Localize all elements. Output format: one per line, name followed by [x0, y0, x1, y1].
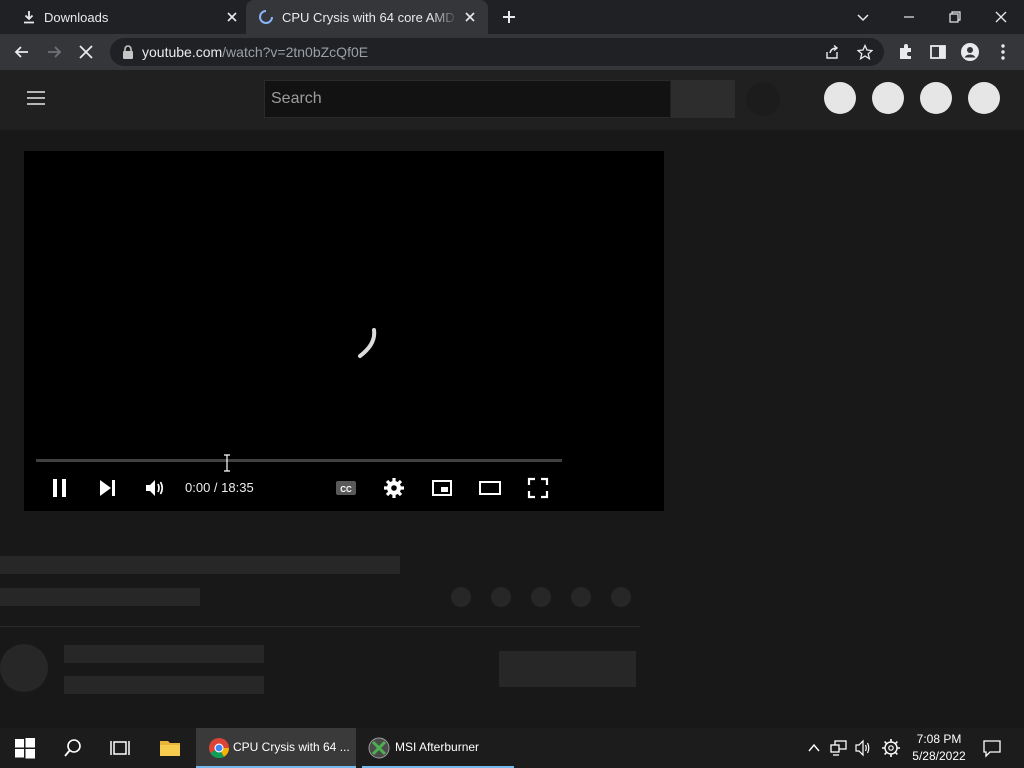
- youtube-header: Search: [0, 70, 1024, 130]
- tab-title: CPU Crysis with 64 core AMD 3990X: [282, 9, 458, 25]
- channel-subs-skeleton: [64, 676, 264, 694]
- download-icon: [24, 11, 34, 24]
- next-video-icon[interactable]: [97, 477, 119, 499]
- tab-search-chevron-icon[interactable]: [852, 6, 874, 28]
- url-text: youtube.com/watch?v=2tn0bZcQf0E: [142, 44, 368, 60]
- volume-icon[interactable]: [144, 477, 166, 499]
- search-icon[interactable]: [62, 737, 84, 759]
- task-view-icon[interactable]: [109, 737, 131, 759]
- taskbar-chrome-button[interactable]: CPU Crysis with 64 ...: [196, 728, 356, 768]
- more-menu-icon[interactable]: [993, 42, 1013, 62]
- header-placeholder-button[interactable]: [824, 82, 856, 114]
- close-window-icon[interactable]: [990, 6, 1012, 28]
- subscribe-button-skeleton: [499, 651, 636, 687]
- search-input[interactable]: Search: [264, 80, 670, 118]
- tab-downloads[interactable]: Downloads: [8, 0, 246, 34]
- svg-text:CC: CC: [340, 485, 352, 494]
- side-panel-icon[interactable]: [928, 42, 948, 62]
- action-skeleton: [611, 587, 631, 607]
- header-placeholder-button[interactable]: [872, 82, 904, 114]
- taskbar-chrome-label: CPU Crysis with 64 ...: [233, 740, 350, 754]
- minimize-icon[interactable]: [898, 6, 920, 28]
- msi-afterburner-icon: [368, 737, 390, 759]
- taskbar-msi-label: MSI Afterburner: [395, 740, 480, 754]
- file-explorer-icon[interactable]: [159, 737, 181, 759]
- divider: [0, 626, 640, 627]
- captions-cc-icon[interactable]: CC: [335, 477, 357, 499]
- youtube-page: Search 0:00 / 18:35 CC: [0, 70, 1024, 728]
- taskbar-msi-button[interactable]: MSI Afterburner: [362, 728, 514, 768]
- clock-time: 7:08 PM: [916, 732, 962, 746]
- loading-spinner-icon: [259, 10, 273, 24]
- url-path: /watch?v=2tn0bZcQf0E: [222, 44, 369, 60]
- url-host: youtube.com: [142, 44, 223, 60]
- video-player[interactable]: 0:00 / 18:35 CC: [24, 151, 664, 511]
- text-cursor-icon: [224, 454, 230, 472]
- header-placeholder-button[interactable]: [968, 82, 1000, 114]
- windows-taskbar: CPU Crysis with 64 ... MSI Afterburner 7…: [0, 728, 1024, 768]
- browser-toolbar: youtube.com/watch?v=2tn0bZcQf0E: [0, 34, 1024, 70]
- extensions-puzzle-icon[interactable]: [896, 42, 916, 62]
- close-icon[interactable]: [462, 9, 478, 25]
- chrome-icon: [209, 738, 230, 759]
- share-icon[interactable]: [824, 44, 840, 60]
- lock-icon: [123, 45, 133, 59]
- tab-title: Downloads: [44, 9, 109, 25]
- channel-avatar-skeleton: [0, 644, 48, 692]
- fullscreen-icon[interactable]: [527, 477, 549, 499]
- subtitle-skeleton: [0, 588, 200, 606]
- forward-arrow-icon[interactable]: [44, 42, 64, 62]
- header-placeholder-button[interactable]: [920, 82, 952, 114]
- buffering-spinner-icon: [358, 328, 377, 358]
- restore-icon[interactable]: [944, 6, 966, 28]
- action-skeleton: [451, 587, 471, 607]
- tab-active-video[interactable]: CPU Crysis with 64 core AMD 3990X: [246, 0, 488, 34]
- new-tab-icon[interactable]: [500, 8, 518, 26]
- pause-icon[interactable]: [49, 477, 71, 499]
- chevron-up-icon[interactable]: [806, 740, 822, 756]
- action-skeleton: [531, 587, 551, 607]
- browser-tab-strip: Downloads CPU Crysis with 64 core AMD 39…: [0, 0, 1024, 34]
- windows-start-icon[interactable]: [14, 737, 36, 759]
- video-time-display: 0:00 / 18:35: [185, 480, 254, 495]
- settings-gear-icon[interactable]: [383, 477, 405, 499]
- voice-search-button[interactable]: [746, 82, 780, 116]
- theater-mode-icon[interactable]: [479, 477, 501, 499]
- channel-name-skeleton: [64, 645, 264, 663]
- system-clock[interactable]: 7:08 PM 5/28/2022: [906, 731, 972, 765]
- search-button[interactable]: [671, 80, 735, 118]
- notifications-icon[interactable]: [982, 738, 1002, 758]
- profile-avatar-icon[interactable]: [960, 42, 980, 62]
- miniplayer-icon[interactable]: [431, 477, 453, 499]
- progress-bar[interactable]: [36, 459, 562, 462]
- network-icon[interactable]: [830, 739, 848, 757]
- bookmark-star-icon[interactable]: [857, 44, 873, 60]
- stop-loading-icon[interactable]: [76, 42, 96, 62]
- title-skeleton: [0, 556, 400, 574]
- clock-date: 5/28/2022: [912, 749, 966, 763]
- speaker-icon[interactable]: [854, 739, 872, 757]
- back-arrow-icon[interactable]: [12, 42, 32, 62]
- address-bar[interactable]: youtube.com/watch?v=2tn0bZcQf0E: [110, 38, 884, 66]
- settings-gear-icon[interactable]: [881, 738, 901, 758]
- action-skeleton: [491, 587, 511, 607]
- action-skeleton: [571, 587, 591, 607]
- close-icon[interactable]: [224, 9, 240, 25]
- hamburger-menu-icon[interactable]: [26, 90, 46, 106]
